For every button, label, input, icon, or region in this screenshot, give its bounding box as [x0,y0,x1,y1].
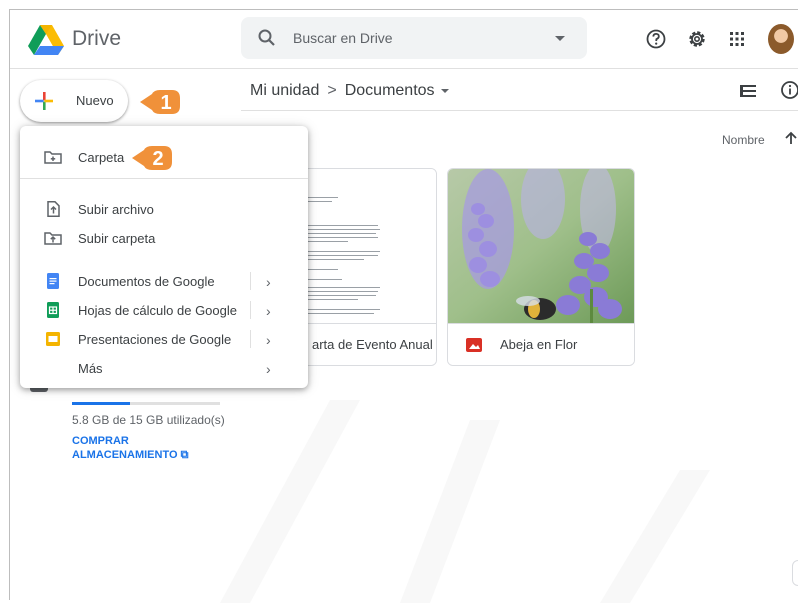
menu-item-google-docs[interactable]: Documentos de Google › [20,266,308,296]
menu-item-label: Subir archivo [78,202,154,217]
menu-item-label: Presentaciones de Google [78,332,232,347]
submenu-arrow-icon[interactable]: › [266,332,271,348]
menu-item-upload-file[interactable]: Subir archivo [20,194,308,224]
file-name: arta de Evento Anual [312,337,433,352]
submenu-arrow-icon[interactable]: › [266,303,271,319]
menu-item-separator [250,330,251,348]
new-button[interactable]: Nuevo [20,80,128,122]
file-card-footer: Abeja en Flor [448,323,634,365]
google-sheets-icon [47,302,59,318]
plus-icon [35,92,53,110]
callout-number: 1 [160,92,172,114]
side-panel-toggle[interactable] [792,560,798,586]
menu-item-google-slides[interactable]: Presentaciones de Google › [20,324,308,354]
app-header: Drive Buscar en Drive [10,10,798,69]
brand-name: Drive [72,27,122,50]
breadcrumb-current[interactable]: Documentos [345,82,435,99]
buy-storage-link[interactable]: COMPRAR ALMACENAMIENTO ⧉ [72,434,188,462]
callout-step-2: 2 [130,142,174,174]
menu-item-label: Carpeta [78,150,125,165]
breadcrumb-dropdown-icon[interactable] [440,88,449,93]
menu-item-label: Más [78,361,103,376]
search-options-icon[interactable] [555,36,565,41]
file-card-image[interactable]: Abeja en Flor [447,168,635,366]
callout-number: 2 [152,148,164,170]
submenu-arrow-icon[interactable]: › [266,274,271,290]
user-avatar[interactable] [768,24,794,54]
content-divider [241,110,798,111]
search-bar[interactable]: Buscar en Drive [241,17,587,59]
google-slides-icon [46,332,60,346]
storage-progress-bar [72,402,220,405]
drive-logo-icon[interactable] [28,25,64,55]
new-button-label: Nuevo [76,93,114,108]
menu-item-label: Subir carpeta [78,231,156,246]
search-icon[interactable] [257,28,277,48]
drive-window: Drive Buscar en Drive Nuevo 1 5.8 GB de … [9,9,798,600]
image-file-icon [466,338,482,352]
menu-item-label: Hojas de cálculo de Google [78,303,237,318]
new-folder-icon [44,151,62,164]
storage-usage-text: 5.8 GB de 15 GB utilizado(s) [72,413,225,427]
menu-divider [20,178,308,179]
storage-progress-fill [72,402,130,405]
file-name: Abeja en Flor [500,337,578,352]
apps-grid-icon[interactable] [726,28,748,50]
buy-storage-line1: COMPRAR [72,435,129,447]
breadcrumb: Mi unidad > Documentos [250,82,449,100]
buy-storage-line2: ALMACENAMIENTO ⧉ [72,449,189,461]
menu-item-separator [250,301,251,319]
breadcrumb-root[interactable]: Mi unidad [250,82,319,99]
menu-item-label: Documentos de Google [78,274,215,289]
menu-item-upload-folder[interactable]: Subir carpeta [20,223,308,253]
submenu-arrow-icon[interactable]: › [266,361,271,377]
upload-folder-icon [44,232,62,245]
upload-file-icon [47,201,60,217]
lavender-bee-thumbnail [448,169,634,323]
sort-label[interactable]: Nombre [722,133,765,147]
search-placeholder: Buscar en Drive [293,30,393,46]
menu-item-separator [250,272,251,290]
menu-item-more[interactable]: Más › [20,353,308,383]
settings-gear-icon[interactable] [686,28,708,50]
breadcrumb-separator: > [327,82,337,99]
help-icon[interactable] [645,28,667,50]
sort-ascending-arrow-icon[interactable] [784,130,798,146]
google-docs-icon [47,273,59,289]
info-icon[interactable] [780,80,798,100]
list-view-icon[interactable] [739,83,757,99]
callout-step-1: 1 [138,86,182,118]
menu-item-google-sheets[interactable]: Hojas de cálculo de Google › [20,295,308,325]
